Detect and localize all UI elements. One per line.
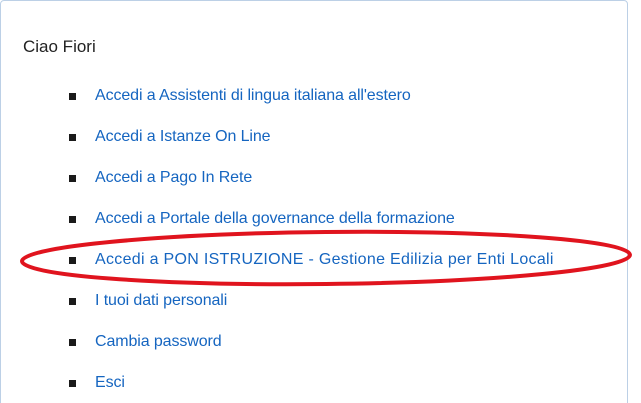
link-cambia-password[interactable]: Cambia password <box>95 330 222 354</box>
link-portale-governance[interactable]: Accedi a Portale della governance della … <box>95 207 455 231</box>
link-assistenti-lingua[interactable]: Accedi a Assistenti di lingua italiana a… <box>95 84 411 108</box>
bullet-icon <box>69 257 76 264</box>
bullet-icon <box>69 339 76 346</box>
link-istanze-online[interactable]: Accedi a Istanze On Line <box>95 125 271 149</box>
list-item: Accedi a Assistenti di lingua italiana a… <box>0 84 641 125</box>
bullet-icon <box>69 380 76 387</box>
bullet-icon <box>69 93 76 100</box>
link-dati-personali[interactable]: I tuoi dati personali <box>95 289 227 313</box>
list-item: Esci <box>0 371 641 403</box>
link-pago-in-rete[interactable]: Accedi a Pago In Rete <box>95 166 252 190</box>
list-item: Accedi a Pago In Rete <box>0 166 641 207</box>
bullet-icon <box>69 216 76 223</box>
list-item: Accedi a Istanze On Line <box>0 125 641 166</box>
bullet-icon <box>69 175 76 182</box>
user-menu-list: Accedi a Assistenti di lingua italiana a… <box>0 84 641 403</box>
bullet-icon <box>69 298 76 305</box>
link-pon-istruzione[interactable]: Accedi a PON ISTRUZIONE - Gestione Edili… <box>95 248 554 272</box>
bullet-icon <box>69 134 76 141</box>
list-item: Cambia password <box>0 330 641 371</box>
list-item: Accedi a PON ISTRUZIONE - Gestione Edili… <box>0 248 641 289</box>
list-item: Accedi a Portale della governance della … <box>0 207 641 248</box>
link-esci[interactable]: Esci <box>95 371 125 395</box>
list-item: I tuoi dati personali <box>0 289 641 330</box>
greeting-title: Ciao Fiori <box>23 37 96 56</box>
